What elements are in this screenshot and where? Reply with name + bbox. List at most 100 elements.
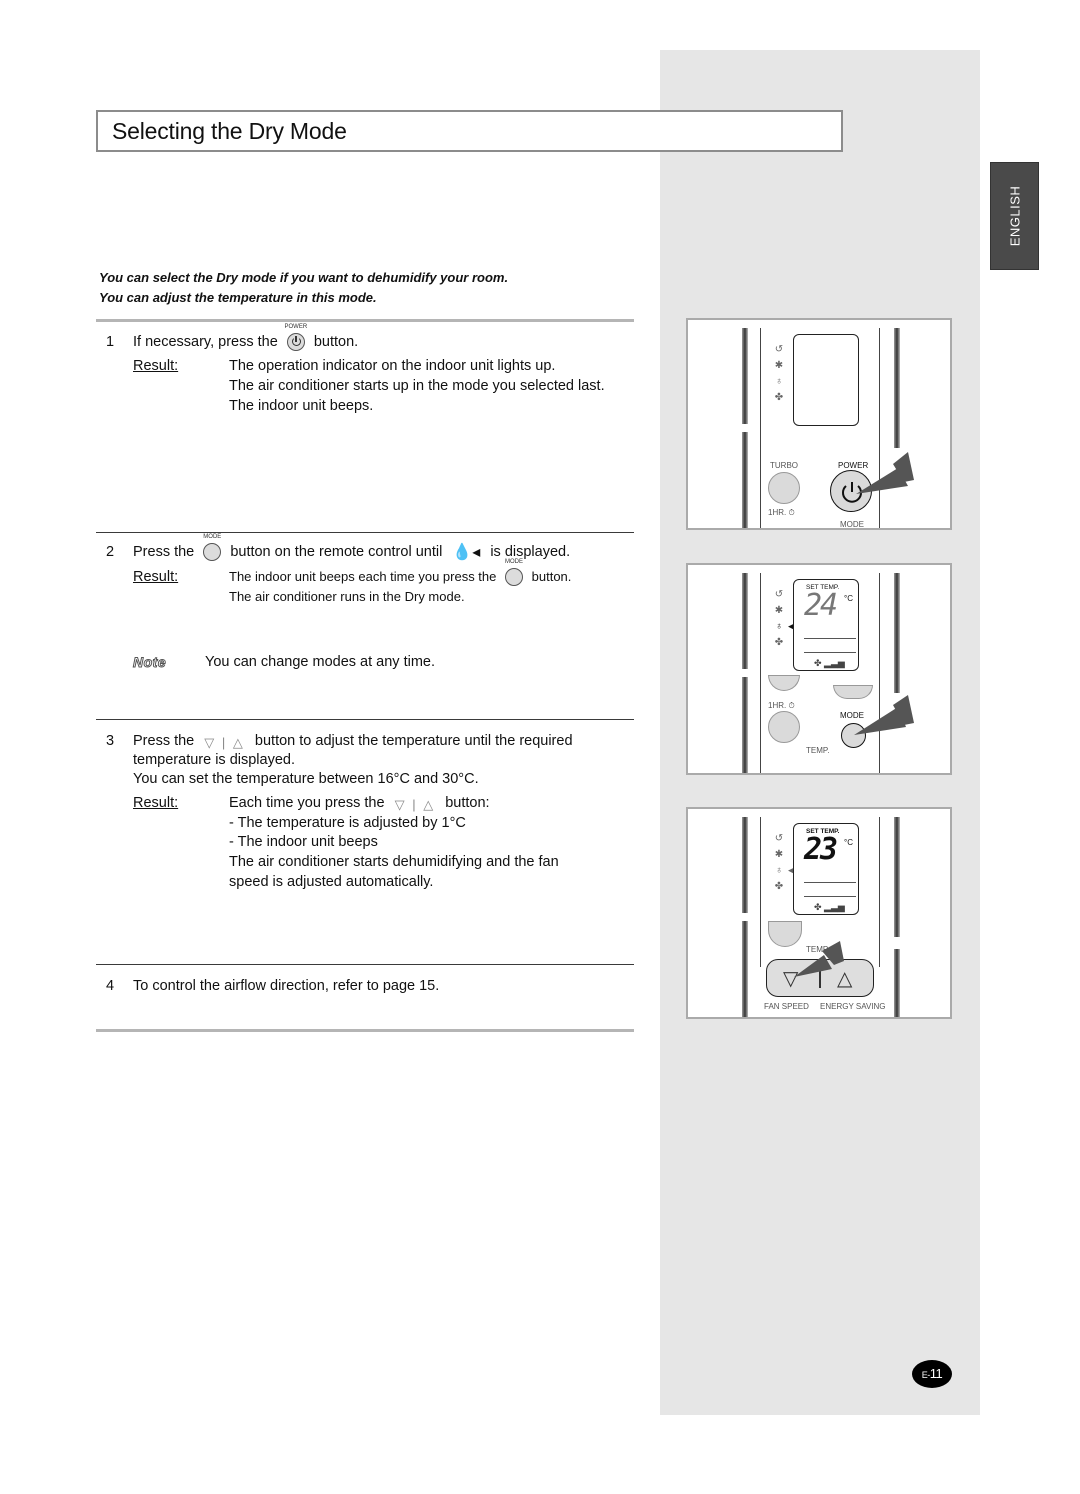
result-line: - The indoor unit beeps [229,834,378,850]
mode-button-icon: MODE [505,559,524,586]
auto-icon: ↺ [774,344,784,355]
remote-edge [742,817,748,913]
dry-icon: ♁ [775,865,783,876]
page-title: Selecting the Dry Mode [112,118,347,144]
step-instruction: To control the airflow direction, refer … [133,978,440,994]
remote-edge [742,328,748,424]
step-3: 3 Press the ▽ | △ button to adjust the t… [100,731,660,901]
remote-inner-edge [760,817,761,967]
cool-icon: ✱ [774,849,784,860]
step-number: 2 [106,544,115,560]
remote-edge [742,432,748,528]
note-label: Note [132,654,167,671]
intro-line-2: You can adjust the temperature in this m… [99,290,377,305]
remote-inner-edge [760,573,761,773]
power-button-icon: POWER [284,324,307,351]
turbo-button[interactable] [768,472,800,504]
step-number: 3 [106,733,115,749]
remote-inner-edge [760,328,761,528]
result-line: The air conditioner starts dehumidifying… [229,854,559,870]
result-label: Result: [133,795,179,811]
unit-label: °C [844,838,853,847]
step-instruction: If necessary, press the POWER button. [133,324,359,351]
lcd-line [804,896,856,897]
result-line: - The temperature is adjusted by 1°C [229,815,466,831]
temp-label: TEMP. [806,746,830,755]
timer-label: 1HR. ⏱ [768,701,795,710]
pointer-arrow-icon [794,941,844,977]
mode-button-icon: MODE [203,534,222,561]
fan-level-icon: ✤ ▂▃▅ [814,902,845,912]
divider [96,319,634,322]
page-number-badge: E-11 [912,1360,952,1388]
step-1: 1 If necessary, press the POWER button. … [100,324,660,432]
result-label: Result: [133,358,179,374]
temperature-readout: 24 [804,588,838,623]
temperature-readout: 23 [804,832,838,867]
remote-illustration-power: ↺ ✱ ♁ ✤ TURBO POWER 1HR. ⏱ MODE [686,318,952,530]
timer-button[interactable] [768,711,800,743]
dry-icon: ♁ [775,376,783,387]
fan-icon: ✤ [774,392,784,403]
remote-edge [894,817,900,937]
result-line: speed is adjusted automatically. [229,874,434,890]
fan-speed-label: FAN SPEED [764,1002,809,1011]
mode-icons: ↺ ✱ ♁ ✤ [770,342,788,406]
language-label: ENGLISH [1007,185,1022,247]
result-line: The air conditioner starts up in the mod… [229,378,605,394]
mode-icons: ↺ ✱ ♁ ✤ [770,587,788,651]
step-instruction: temperature is displayed. [133,752,295,768]
step-instruction: You can set the temperature between 16°C… [133,771,479,787]
remote-edge [894,573,900,693]
intro: You can select the Dry mode if you want … [99,268,508,308]
result-line: The indoor unit beeps each time you pres… [229,559,572,586]
language-tab: ENGLISH [990,162,1039,270]
remote-edge [894,949,900,1017]
unit-label: °C [844,594,853,603]
remote-illustration-temp: ↺ ✱ ♁ ✤ ◀ SET TEMP. 23 °C ✤ ▂▃▅ TEMP. ▽ … [686,807,952,1019]
remote-edge [742,677,748,773]
lcd-line [804,652,856,653]
lcd-display: SET TEMP. 24 °C ✤ ▂▃▅ [793,579,859,671]
divider [96,964,634,965]
cool-icon: ✱ [774,360,784,371]
button-partial[interactable] [768,675,800,691]
fan-level-icon: ✤ ▂▃▅ [814,658,845,668]
result-label: Result: [133,569,179,585]
turbo-label: TURBO [770,461,798,470]
step-number: 1 [106,334,115,350]
remote-edge [742,573,748,669]
pointer-arrow-icon [854,695,914,735]
result-line: The air conditioner runs in the Dry mode… [229,589,465,604]
note-text: You can change modes at any time. [205,654,436,670]
step-number: 4 [106,978,115,994]
result-line: The indoor unit beeps. [229,398,374,414]
remote-illustration-mode: ↺ ✱ ♁ ✤ ◀ SET TEMP. 24 °C ✤ ▂▃▅ 1HR. ⏱ M… [686,563,952,775]
fan-icon: ✤ [774,637,784,648]
remote-edge [894,328,900,448]
title-box: Selecting the Dry Mode [96,110,843,152]
auto-icon: ↺ [774,833,784,844]
temp-down-up-icon: ▽ | △ [394,797,436,812]
pointer-arrow-icon [856,452,914,494]
divider [96,719,634,720]
step-2: 2 Press the MODE button on the remote co… [100,534,660,672]
cool-icon: ✱ [774,605,784,616]
remote-inner-edge [879,817,880,967]
lcd-line [804,638,856,639]
mode-label: MODE [840,520,864,529]
lcd-line [804,882,856,883]
intro-line-1: You can select the Dry mode if you want … [99,270,509,285]
mode-icons: ↺ ✱ ♁ ✤ [770,831,788,895]
dry-mode-icon: 💧◂ [452,544,481,561]
lcd-display [793,334,859,426]
auto-icon: ↺ [774,589,784,600]
remote-edge [742,921,748,1017]
lcd-display: SET TEMP. 23 °C ✤ ▂▃▅ [793,823,859,915]
fan-icon: ✤ [774,881,784,892]
step-4: 4 To control the airflow direction, refe… [100,976,660,1000]
divider [96,532,634,533]
result-line: Each time you press the ▽ | △ button: [229,793,490,815]
divider [96,1029,634,1032]
timer-label: 1HR. ⏱ [768,508,795,517]
